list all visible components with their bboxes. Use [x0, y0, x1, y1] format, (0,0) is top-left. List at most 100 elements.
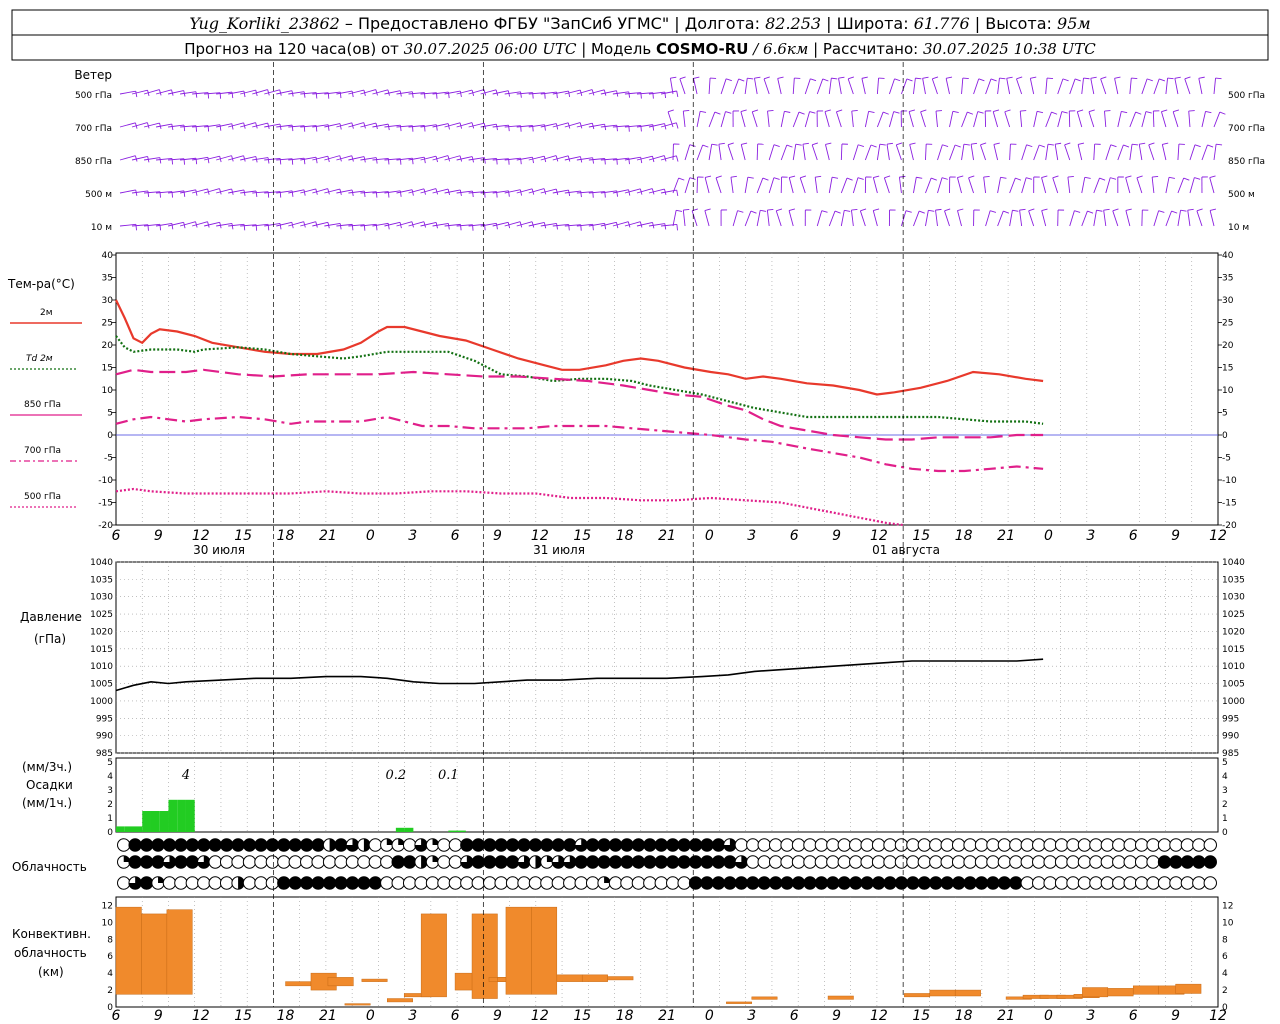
- wind-barb: [372, 158, 390, 165]
- cloud-symbol: [277, 838, 291, 852]
- precip-y-tick-right: 0: [1222, 828, 1228, 838]
- wind-barb: [1029, 76, 1037, 95]
- wind-barb-flag: [675, 122, 679, 129]
- pressure-title: Давление: [20, 610, 82, 624]
- wind-barb-shaft: [679, 78, 686, 95]
- cloud-symbol-circle: [608, 876, 623, 890]
- cloud-symbol-fill: [689, 855, 702, 869]
- legend-label-td: Td 2м: [26, 354, 53, 364]
- cloud-symbol: [1134, 855, 1149, 869]
- cloud-symbol: [517, 838, 531, 852]
- conv-title-1: Конвективн.: [12, 927, 91, 941]
- cloud-symbol: [597, 855, 611, 869]
- wind-barb: [1019, 110, 1027, 128]
- wind-barb-flag: [1055, 142, 1062, 145]
- cloud-symbol-circle: [208, 855, 222, 869]
- wind-barb-flag: [1112, 208, 1119, 212]
- wind-barb-shaft: [864, 111, 870, 128]
- cloud-symbol-fill: [700, 876, 714, 890]
- cloud-symbol-circle: [1157, 838, 1172, 852]
- wind-barb-shaft: [792, 78, 795, 95]
- cloud-symbol: [128, 876, 142, 890]
- wind-barb-shaft: [980, 144, 987, 161]
- wind-barb: [937, 144, 949, 161]
- temp-y-ticks: 40 4035 3530 3025 2520 2015 1510 105 50 0-5 -5-10-…: [98, 251, 1237, 531]
- wind-barb-flag: [795, 143, 802, 146]
- cloud-symbol-circle: [986, 855, 1000, 869]
- temp-series-line: [115, 415, 1044, 473]
- wind-barb-shaft: [935, 111, 938, 128]
- wind-barb: [1033, 176, 1040, 194]
- x-tick-label: 3: [408, 528, 417, 544]
- wind-barb: [768, 177, 780, 194]
- cloud-symbol: [894, 838, 909, 852]
- cloud-symbol-circle: [528, 876, 543, 890]
- cloud-symbol: [185, 838, 200, 852]
- wind-barb-shaft: [660, 223, 677, 227]
- wind-barb: [847, 76, 855, 95]
- wind-barb: [264, 157, 282, 165]
- wind-barb-flag: [730, 175, 737, 178]
- cloud-symbol: [300, 838, 314, 852]
- cloud-symbol: [505, 876, 520, 890]
- precip-bar: [142, 811, 151, 832]
- pressure-y-tick-left: 990: [96, 732, 113, 742]
- wind-barb: [576, 157, 594, 164]
- wind-barb-flag: [776, 208, 783, 212]
- temp-series-line: [115, 368, 1044, 441]
- wind-barb: [811, 142, 819, 161]
- wind-barb-flag: [1041, 175, 1048, 178]
- wind-barb-flag: [1026, 177, 1033, 180]
- wind-barb-flag: [821, 210, 828, 213]
- cloud-symbol-fill: [700, 838, 714, 852]
- precip-bar: [395, 827, 405, 832]
- wind-barb-flag: [848, 76, 855, 80]
- wind-barb-flag: [798, 111, 805, 115]
- wind-barb-flag: [472, 190, 474, 198]
- wind-barb: [1201, 144, 1214, 161]
- cloud-symbol: [917, 838, 932, 852]
- cloud-symbol-fill: [1009, 876, 1023, 890]
- wind-barb: [1004, 109, 1011, 128]
- wind-barb-shaft: [1125, 210, 1131, 227]
- wind-barb: [997, 176, 1007, 194]
- wind-barb-flag: [1006, 76, 1013, 79]
- cloud-symbol-fill: [712, 876, 725, 890]
- wind-barb-shaft: [816, 210, 823, 227]
- x-tick-label: 6: [1129, 1008, 1138, 1024]
- cloud-symbol: [551, 876, 566, 890]
- cloud-symbol: [380, 838, 394, 852]
- cloud-symbol-fill: [895, 876, 908, 890]
- cloud-symbol-fill: [231, 838, 245, 852]
- wind-barb: [949, 110, 959, 128]
- wind-barb-flag: [905, 210, 912, 213]
- wind-barb-shaft: [682, 210, 686, 227]
- cloud-symbol-fill: [151, 838, 165, 852]
- cloud-symbol: [322, 876, 337, 890]
- cloud-symbol: [460, 876, 474, 890]
- wind-barb-shaft: [861, 78, 866, 95]
- cloud-symbol-fill: [815, 876, 828, 890]
- cloud-symbol: [460, 838, 474, 852]
- cloud-symbol-fill: [1181, 855, 1194, 869]
- wind-barb: [968, 175, 975, 194]
- wind-barb-flag: [1088, 109, 1095, 113]
- precip-title: Осадки: [26, 778, 73, 792]
- wind-barb-shaft: [913, 210, 920, 227]
- wind-barb-shaft: [1069, 78, 1076, 95]
- cloud-symbol-circle: [1077, 838, 1092, 852]
- wind-barb-flag: [971, 142, 978, 145]
- wind-barb-shaft: [756, 210, 761, 227]
- cloud-symbol: [1192, 838, 1206, 852]
- wind-barb-flag: [640, 157, 643, 164]
- cloud-symbol: [1032, 876, 1046, 890]
- cloud-symbol: [322, 855, 337, 869]
- precip-bar: [457, 830, 466, 832]
- cloud-symbol: [849, 876, 863, 890]
- cloud-symbol-fill: [243, 838, 256, 852]
- cloud-symbol-fill: [174, 838, 188, 852]
- cloud-symbol-circle: [368, 855, 383, 869]
- cloud-symbol: [917, 876, 932, 890]
- wind-barb-flag: [1003, 210, 1010, 214]
- wind-barb: [1057, 111, 1068, 128]
